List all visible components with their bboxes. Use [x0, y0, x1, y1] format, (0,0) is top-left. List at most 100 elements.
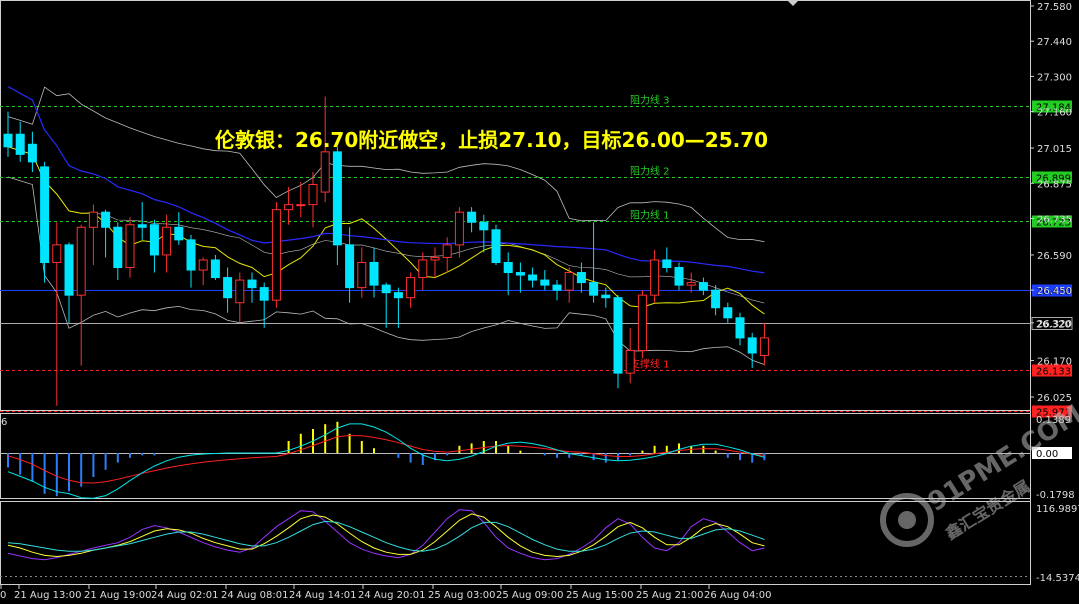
osc-d-line — [7, 513, 765, 558]
candle-body-32 — [393, 292, 403, 299]
candle-body-55 — [674, 267, 684, 286]
trade-annotation: 伦敦银：26.70附近做空，止损27.10，目标26.00—25.70 — [215, 128, 768, 152]
time-tick-label-11: 26 Aug 04:00 — [704, 590, 771, 601]
macd-left-label: 6 — [1, 417, 7, 428]
candle-body-21 — [259, 287, 269, 301]
candle-body-4 — [52, 244, 62, 263]
level-label-2: 阻力线 1 — [630, 209, 670, 222]
candle-body-15 — [186, 239, 196, 271]
candle-body-57 — [698, 282, 708, 291]
macd-signal-red — [7, 434, 765, 484]
level-badge-text-5: 26.133 — [1036, 367, 1071, 378]
osc-s-line — [7, 520, 765, 552]
candle-body-16 — [198, 259, 208, 271]
macd-indicator: 0.13890.00-0.17986 — [0, 415, 1075, 501]
candle-body-53 — [650, 259, 660, 296]
candle-body-43 — [528, 274, 538, 281]
price-tick-label-9: 26.320 — [1037, 319, 1072, 330]
time-tick-label-3: 24 Aug 02:01 — [151, 590, 218, 601]
candle-body-23 — [284, 204, 294, 211]
candle-body-14 — [174, 226, 184, 241]
time-tick-label-6: 24 Aug 20:01 — [358, 590, 425, 601]
candle-body-0 — [3, 133, 13, 148]
candle-body-54 — [662, 259, 672, 269]
candle-body-22 — [271, 209, 281, 301]
level-label-1: 阻力线 2 — [630, 165, 670, 178]
candle-body-56 — [686, 282, 696, 286]
trading-chart[interactable]: 阻力线 327.184阻力线 226.899阻力线 126.72326.4502… — [0, 0, 1079, 604]
candle-body-28 — [345, 244, 355, 289]
candle-body-46 — [564, 272, 574, 291]
level-label-0: 阻力线 3 — [630, 94, 670, 107]
chart-shift-marker[interactable] — [787, 0, 799, 6]
time-tick-label-10: 25 Aug 21:00 — [636, 590, 703, 601]
candle-body-11 — [137, 224, 147, 228]
osc-axis-top: 116.9897 — [1036, 504, 1079, 515]
candle-body-37 — [454, 211, 464, 246]
candle-body-50 — [613, 297, 623, 374]
candle-body-34 — [418, 259, 428, 279]
time-tick-label-0: 0 — [0, 590, 6, 601]
candle-body-38 — [467, 211, 477, 223]
time-tick-label-4: 24 Aug 08:01 — [221, 590, 288, 601]
candle-body-26 — [320, 151, 330, 193]
time-tick-label-9: 25 Aug 15:00 — [566, 590, 633, 601]
candle-body-60 — [735, 317, 745, 339]
candle-body-9 — [113, 226, 123, 269]
candle-body-44 — [540, 279, 550, 286]
watermark: 91PME.COM 鑫汇宝贵金属 — [880, 399, 1079, 547]
candle-body-12 — [149, 224, 159, 256]
candle-body-41 — [503, 261, 513, 274]
price-tick-label-6: 26.735 — [1037, 214, 1072, 225]
candle-body-5 — [64, 244, 74, 296]
candle-body-10 — [125, 224, 135, 269]
time-tick-label-1: 21 Aug 13:00 — [14, 590, 81, 601]
price-tick-label-10: 26.170 — [1037, 357, 1072, 368]
candle-body-45 — [552, 284, 562, 291]
candle-body-42 — [515, 272, 525, 276]
price-tick-label-3: 27.160 — [1037, 108, 1072, 119]
candle-body-30 — [369, 261, 379, 286]
candle-body-36 — [442, 244, 452, 258]
price-tick-label-8: 26.450 — [1037, 286, 1072, 297]
price-axis: 27.580 27.440 27.300 27.160 27.015 26.875 26.7… — [1030, 2, 1072, 404]
candle-body-52 — [637, 294, 647, 351]
watermark-logo-core — [898, 511, 916, 529]
candle-body-7 — [88, 211, 98, 228]
time-tick-label-8: 25 Aug 09:00 — [496, 590, 563, 601]
price-tick-label-7: 26.590 — [1037, 251, 1072, 262]
price-tick-label-1: 27.440 — [1037, 37, 1072, 48]
time-tick-label-5: 24 Aug 14:01 — [289, 590, 356, 601]
candle-body-47 — [576, 272, 586, 284]
candle-body-35 — [430, 256, 440, 261]
candle-body-19 — [235, 279, 245, 304]
time-tick-label-7: 25 Aug 03:00 — [428, 590, 495, 601]
price-panel-frame — [0, 0, 1031, 411]
candle-body-20 — [247, 279, 257, 289]
level-label-5: 支撑线 1 — [630, 358, 670, 371]
candle-body-8 — [101, 211, 111, 228]
time-axis: 0 21 Aug 13:00 21 Aug 19:00 24 Aug 02:01 24 … — [0, 585, 771, 601]
candle-body-24 — [296, 204, 306, 207]
candle-body-6 — [76, 226, 86, 296]
candle-body-59 — [723, 307, 733, 319]
macd-axis-bottom: -0.1798 — [1036, 490, 1075, 501]
candle-body-1 — [15, 133, 25, 155]
osc-axis-bottom: -14.5374 — [1036, 573, 1079, 584]
candle-body-61 — [747, 337, 757, 354]
price-tick-label-2: 27.300 — [1037, 72, 1072, 83]
candle-body-40 — [491, 229, 501, 263]
candle-body-29 — [357, 261, 367, 289]
macd-signal-cyan — [7, 423, 765, 499]
candle-body-58 — [711, 289, 721, 309]
time-tick-label-2: 21 Aug 19:00 — [84, 590, 151, 601]
macd-panel-frame — [0, 413, 1031, 499]
candle-body-17 — [210, 259, 220, 279]
price-tick-label-4: 27.015 — [1037, 144, 1072, 155]
candle-body-62 — [759, 337, 769, 357]
candle-body-39 — [479, 221, 489, 231]
price-tick-label-5: 26.875 — [1037, 179, 1072, 190]
candle-body-3 — [40, 166, 50, 263]
candle-body-25 — [308, 184, 318, 206]
candle-body-49 — [601, 294, 611, 299]
